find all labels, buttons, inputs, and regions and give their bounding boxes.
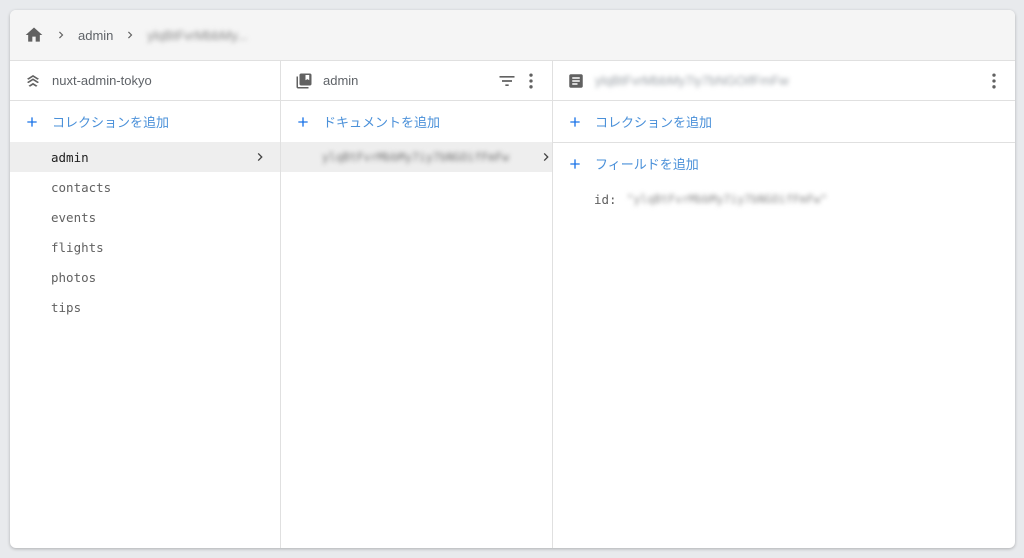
document-item[interactable]: ylqBtFvrMbbMy7iy7bNGOifFmFw <box>281 142 552 172</box>
filter-icon[interactable] <box>496 70 518 92</box>
collection-item-admin[interactable]: admin <box>10 142 280 172</box>
add-document-label: ドキュメントを追加 <box>323 115 441 130</box>
chevron-right-icon <box>50 25 72 45</box>
chevron-right-icon <box>252 149 268 165</box>
firestore-project-icon <box>24 71 44 91</box>
home-icon[interactable] <box>24 25 44 45</box>
collection-label: events <box>51 209 97 225</box>
collection-item-contacts[interactable]: contacts <box>10 172 280 202</box>
document-header: ylqBtFvrMbbMy7iy7bNGOifFmFw <box>553 61 1015 101</box>
collection-header: admin <box>281 61 552 101</box>
collection-column: admin ドキュメントを追加 ylqBtFvrMbbMy7iy7bNGOifF… <box>281 61 553 548</box>
breadcrumb-item-admin[interactable]: admin <box>78 28 113 43</box>
chevron-right-icon <box>538 149 552 165</box>
project-header: nuxt-admin-tokyo <box>10 61 280 101</box>
collection-label: admin <box>51 149 89 165</box>
add-document-button[interactable]: ドキュメントを追加 <box>281 101 552 142</box>
document-icon <box>567 71 587 91</box>
document-column: ylqBtFvrMbbMy7iy7bNGOifFmFw コレクションを追加 フィ… <box>553 61 1015 548</box>
project-column: nuxt-admin-tokyo コレクションを追加 admin contact… <box>10 61 281 548</box>
breadcrumb-item-document[interactable]: ylqBtFvrMbbMy... <box>147 28 247 43</box>
collection-item-photos[interactable]: photos <box>10 262 280 292</box>
collection-item-events[interactable]: events <box>10 202 280 232</box>
collection-title: admin <box>323 73 359 88</box>
collection-label: photos <box>51 269 97 285</box>
plus-icon <box>567 113 585 131</box>
add-field-button[interactable]: フィールドを追加 <box>553 143 1015 184</box>
breadcrumb: admin ylqBtFvrMbbMy... <box>10 10 1015 61</box>
chevron-right-icon <box>119 25 141 45</box>
collection-item-tips[interactable]: tips <box>10 292 280 322</box>
add-subcollection-button[interactable]: コレクションを追加 <box>553 101 1015 142</box>
field-value: "ylqBtFvrMbbMy7iy7bNGOifFmFw" <box>626 192 828 206</box>
more-vert-icon[interactable] <box>983 70 1005 92</box>
plus-icon <box>295 113 313 131</box>
collection-item-flights[interactable]: flights <box>10 232 280 262</box>
add-field-label: フィールドを追加 <box>595 157 699 172</box>
field-row-id[interactable]: id: "ylqBtFvrMbbMy7iy7bNGOifFmFw" <box>553 184 1015 214</box>
plus-icon <box>567 155 585 173</box>
field-key: id: <box>594 191 617 207</box>
firestore-data-panel: admin ylqBtFvrMbbMy... nuxt-admin-tokyo <box>10 10 1015 548</box>
document-title: ylqBtFvrMbbMy7iy7bNGOifFmFw <box>595 73 789 88</box>
add-collection-label: コレクションを追加 <box>52 115 170 130</box>
collection-label: contacts <box>51 179 112 195</box>
more-vert-icon[interactable] <box>520 70 542 92</box>
collection-list: admin contacts events flights photos tip… <box>10 142 280 322</box>
add-subcollection-label: コレクションを追加 <box>595 115 713 130</box>
plus-icon <box>24 113 42 131</box>
project-title: nuxt-admin-tokyo <box>52 73 152 88</box>
collection-label: tips <box>51 299 82 315</box>
collection-icon <box>295 71 315 91</box>
document-id: ylqBtFvrMbbMy7iy7bNGOifFmFw <box>322 150 509 164</box>
collection-label: flights <box>51 239 104 255</box>
add-collection-button[interactable]: コレクションを追加 <box>10 101 280 142</box>
